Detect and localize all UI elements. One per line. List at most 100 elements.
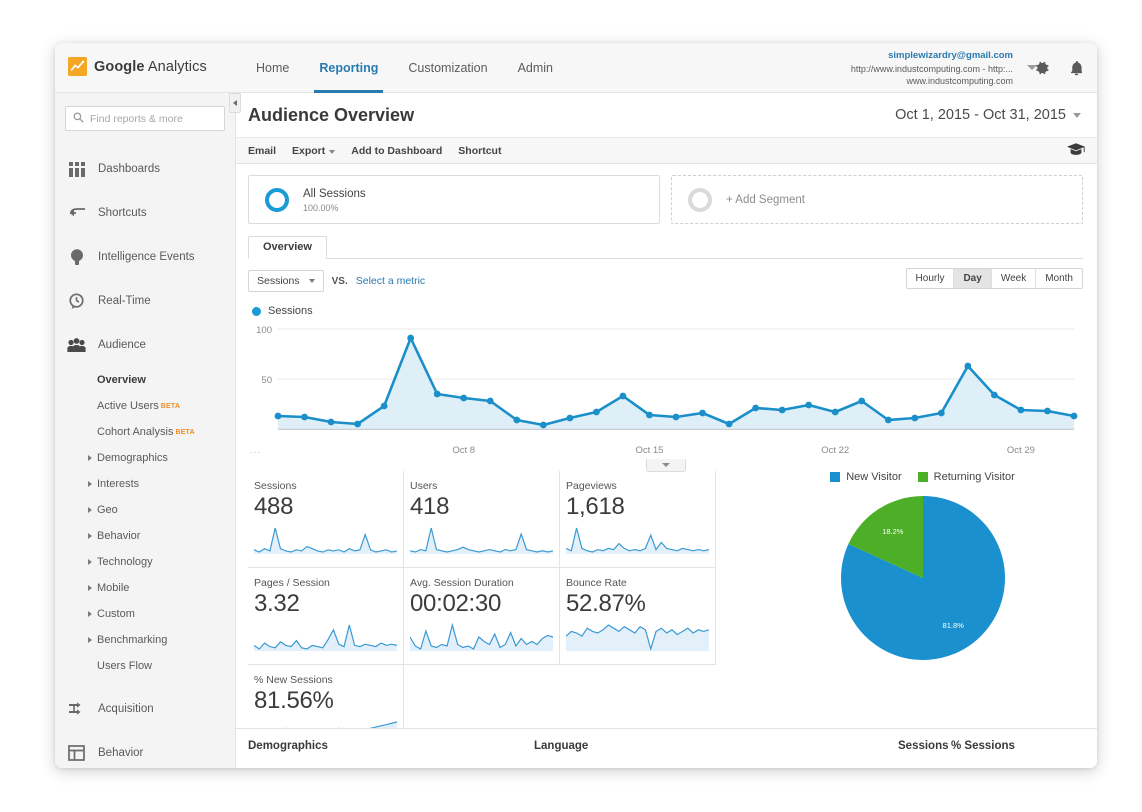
date-range-picker[interactable]: Oct 1, 2015 - Oct 31, 2015 [895, 107, 1081, 123]
brand-analytics: Analytics [148, 59, 207, 75]
sidebar-item-cohort-analysis[interactable]: Cohort Analysis BETA [55, 419, 235, 445]
legend-dot-sessions [252, 307, 261, 316]
chevron-right-icon [88, 507, 92, 513]
chevron-right-icon [88, 559, 92, 565]
sidebar-item-users-flow[interactable]: Users Flow [55, 653, 235, 679]
metric-card-pageviews[interactable]: Pageviews 1,618 [560, 471, 716, 568]
sessions-line-chart[interactable]: 50100 ... Oct 8Oct 15Oct 22Oct 29 [248, 321, 1083, 453]
sidebar-nav: Dashboards Shortcuts [55, 137, 235, 768]
segment-ring-icon [265, 188, 289, 212]
tab-overview[interactable]: Overview [248, 236, 327, 259]
date-range-label: Oct 1, 2015 - Oct 31, 2015 [895, 107, 1066, 123]
chevron-left-icon [233, 100, 237, 106]
legend-swatch-returning-visitor [918, 472, 928, 482]
sidebar-item-behavior-audience[interactable]: Behavior [55, 523, 235, 549]
svg-text:18.2%: 18.2% [882, 527, 904, 536]
segment-bar: All Sessions 100.00% + Add Segment [236, 164, 1097, 224]
search-box[interactable] [65, 106, 225, 131]
granularity-day[interactable]: Day [954, 269, 991, 288]
sidebar-label-cohort-analysis: Cohort Analysis [97, 426, 173, 438]
metric-card-users[interactable]: Users 418 [404, 471, 560, 568]
pie-legend-returning-visitor[interactable]: Returning Visitor [918, 471, 1015, 483]
sidebar-item-interests[interactable]: Interests [55, 471, 235, 497]
sidebar-label-behavior: Behavior [98, 747, 143, 759]
sidebar-item-active-users[interactable]: Active Users BETA [55, 393, 235, 419]
account-property-line1: http://www.industcomputing.com - http:..… [851, 63, 1013, 75]
granularity-week[interactable]: Week [992, 269, 1036, 288]
sidebar-label-geo: Geo [97, 504, 118, 516]
sidebar-label-real-time: Real-Time [98, 295, 151, 307]
export-label: Export [292, 145, 325, 157]
export-button[interactable]: Export [292, 145, 335, 157]
sidebar-item-overview[interactable]: Overview [55, 367, 235, 393]
sidebar-item-geo[interactable]: Geo [55, 497, 235, 523]
pie-chart-svg[interactable]: 81.8%18.2% [838, 493, 1008, 663]
pie-legend-new-visitor[interactable]: New Visitor [830, 471, 901, 483]
add-segment-button[interactable]: + Add Segment [671, 175, 1083, 224]
clock-icon [67, 292, 86, 311]
new-vs-returning-chart: New Visitor Returning Visitor 81.8%18.2% [718, 471, 1083, 761]
sidebar-item-intelligence-events[interactable]: Intelligence Events [55, 235, 235, 279]
sidebar-collapse-button[interactable] [229, 93, 241, 113]
sidebar-item-benchmarking[interactable]: Benchmarking [55, 627, 235, 653]
tab-admin[interactable]: Admin [503, 43, 568, 93]
add-to-dashboard-button[interactable]: Add to Dashboard [351, 145, 442, 157]
metric-selector[interactable]: Sessions [248, 270, 324, 292]
sidebar-item-mobile[interactable]: Mobile [55, 575, 235, 601]
graduation-cap-icon[interactable] [1067, 143, 1085, 161]
sidebar-item-dashboards[interactable]: Dashboards [55, 147, 235, 191]
granularity-month[interactable]: Month [1036, 269, 1082, 288]
email-button[interactable]: Email [248, 145, 276, 157]
sidebar-item-shortcuts[interactable]: Shortcuts [55, 191, 235, 235]
x-axis-ellipsis: ... [250, 445, 261, 456]
sparkline-pages-per-session [254, 621, 395, 656]
account-email: simplewizardry@gmail.com [851, 50, 1013, 63]
shortcut-button[interactable]: Shortcut [458, 145, 501, 157]
bell-icon[interactable] [1065, 57, 1087, 79]
metric-selector-value: Sessions [257, 275, 300, 287]
sidebar-label-intelligence-events: Intelligence Events [98, 251, 195, 263]
metric-card-pages-per-session[interactable]: Pages / Session 3.32 [248, 568, 404, 665]
sidebar-item-real-time[interactable]: Real-Time [55, 279, 235, 323]
sparkline-avg-session-duration [410, 621, 551, 656]
segment-percent: 100.00% [303, 203, 366, 213]
tab-customization[interactable]: Customization [393, 43, 502, 93]
report-toolbar: Email Export Add to Dashboard Shortcut [236, 137, 1097, 164]
chart-controls: Sessions VS. Select a metric Hourly Day … [236, 259, 1097, 292]
chevron-right-icon [88, 611, 92, 617]
sidebar-item-technology[interactable]: Technology [55, 549, 235, 575]
sidebar-item-demographics[interactable]: Demographics [55, 445, 235, 471]
top-nav: Home Reporting Customization Admin [241, 43, 568, 93]
segment-all-sessions[interactable]: All Sessions 100.00% [248, 175, 660, 224]
search-icon [73, 110, 84, 128]
sparkline-pageviews [566, 524, 707, 559]
sparkline-bounce-rate [566, 621, 707, 656]
sidebar-item-behavior[interactable]: Behavior [55, 731, 235, 768]
gear-icon[interactable] [1031, 57, 1053, 79]
bottom-header-demographics: Demographics [248, 740, 328, 752]
sidebar-label-shortcuts: Shortcuts [98, 207, 147, 219]
vs-label: VS. [332, 276, 348, 287]
granularity-hourly[interactable]: Hourly [907, 269, 955, 288]
select-a-metric-link[interactable]: Select a metric [356, 275, 425, 287]
sidebar-item-audience[interactable]: Audience [55, 323, 235, 367]
sidebar-label-audience: Audience [98, 339, 146, 351]
segment-name: All Sessions [303, 186, 366, 203]
metric-card-bounce-rate[interactable]: Bounce Rate 52.87% [560, 568, 716, 665]
tab-home[interactable]: Home [241, 43, 304, 93]
acquisition-arrows-icon [67, 700, 86, 719]
metric-title: Sessions [254, 480, 395, 492]
metric-value: 52.87% [566, 590, 707, 618]
chevron-right-icon [88, 455, 92, 461]
google-analytics-logo-icon [68, 57, 87, 76]
metric-cards: Sessions 488 Users 418 Pageviews 1,618 [248, 471, 718, 761]
sidebar-item-custom[interactable]: Custom [55, 601, 235, 627]
tab-reporting[interactable]: Reporting [304, 43, 393, 93]
brand-logo-group[interactable]: Google Analytics [68, 57, 207, 76]
chart-expander-button[interactable] [646, 459, 686, 472]
metric-card-sessions[interactable]: Sessions 488 [248, 471, 404, 568]
search-input[interactable] [90, 113, 217, 125]
metric-card-avg-session-duration[interactable]: Avg. Session Duration 00:02:30 [404, 568, 560, 665]
account-switcher[interactable]: simplewizardry@gmail.com http://www.indu… [851, 50, 1013, 87]
sidebar-item-acquisition[interactable]: Acquisition [55, 687, 235, 731]
